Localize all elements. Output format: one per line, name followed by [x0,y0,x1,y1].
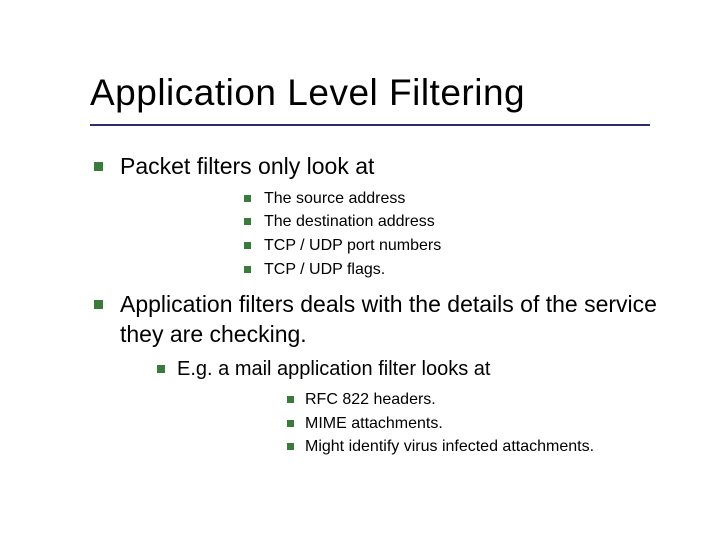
slide: Application Level Filtering Packet filte… [0,0,720,540]
list-item-text: The destination address [264,213,435,230]
list-item-text: RFC 822 headers. [305,391,436,408]
list-item-text: E.g. a mail application filter looks at [177,358,491,380]
title-underline [90,124,650,126]
list-item: E.g. a mail application filter looks at … [155,356,670,458]
list-item-text: TCP / UDP flags. [264,261,385,278]
list-item: The destination address [242,211,670,233]
list-item: MIME attachments. [285,413,670,435]
list-item-text: TCP / UDP port numbers [264,237,441,254]
list-item: RFC 822 headers. [285,389,670,411]
bullet-list-level2: The source address The destination addre… [120,188,670,280]
list-item: The source address [242,188,670,210]
list-item-text: Might identify virus infected attachment… [305,438,594,455]
list-item-text: Application filters deals with the detai… [120,291,657,347]
list-item: Packet filters only look at The source a… [90,152,670,280]
bullet-list-level3: RFC 822 headers. MIME attachments. Might… [177,389,670,458]
list-item-text: Packet filters only look at [120,153,374,179]
list-item: TCP / UDP flags. [242,259,670,281]
bullet-list-level2: E.g. a mail application filter looks at … [120,356,670,458]
list-item-text: MIME attachments. [305,415,443,432]
list-item: TCP / UDP port numbers [242,235,670,257]
bullet-list-level1: Packet filters only look at The source a… [90,152,670,458]
list-item: Might identify virus infected attachment… [285,436,670,458]
list-item-text: The source address [264,190,405,207]
slide-title: Application Level Filtering [90,72,670,114]
list-item: Application filters deals with the detai… [90,290,670,458]
